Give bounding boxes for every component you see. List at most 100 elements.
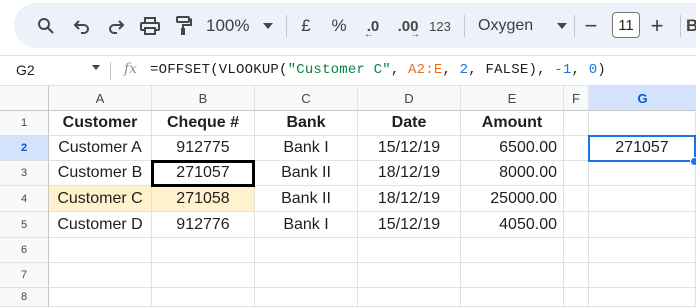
cell-e3[interactable]: 8000.00 <box>461 161 564 186</box>
font-select[interactable]: Oxygen <box>478 14 568 38</box>
cell-e4[interactable]: 25000.00 <box>461 186 564 212</box>
cell-c8[interactable] <box>255 288 358 307</box>
cell-g7[interactable] <box>589 263 696 288</box>
cell-d2[interactable]: 15/12/19 <box>358 136 461 161</box>
cell-a1[interactable]: Customer <box>49 111 152 136</box>
cell-g6[interactable] <box>589 238 696 263</box>
cell-c3[interactable]: Bank II <box>255 161 358 186</box>
cell-c1[interactable]: Bank <box>255 111 358 136</box>
name-box-dropdown-icon[interactable] <box>92 65 100 70</box>
cell-a3[interactable]: Customer B <box>49 161 152 186</box>
cell-a2[interactable]: Customer A <box>49 136 152 161</box>
formula-part: , <box>571 62 589 78</box>
cell-f8[interactable] <box>564 288 589 307</box>
bold-button[interactable]: B <box>686 14 696 38</box>
cell-e5[interactable]: 4050.00 <box>461 212 564 238</box>
cell-f6[interactable] <box>564 238 589 263</box>
currency-icon: £ <box>301 16 311 35</box>
row-header-6[interactable]: 6 <box>0 238 49 263</box>
cell-f3[interactable] <box>564 161 589 186</box>
column-header-c[interactable]: C <box>255 86 358 111</box>
cell-c2[interactable]: Bank I <box>255 136 358 161</box>
cell-a4[interactable]: Customer C <box>49 186 152 212</box>
row-header-1[interactable]: 1 <box>0 111 49 136</box>
row-header-8[interactable]: 8 <box>0 288 49 307</box>
cell-d3[interactable]: 18/12/19 <box>358 161 461 186</box>
cell-d6[interactable] <box>358 238 461 263</box>
cell-b2[interactable]: 912775 <box>152 136 255 161</box>
number-format-button[interactable]: 123 <box>426 14 454 38</box>
formula-divider <box>110 62 111 80</box>
cell-f1[interactable] <box>564 111 589 136</box>
cell-b7[interactable] <box>152 263 255 288</box>
column-header-f[interactable]: F <box>564 86 589 111</box>
cell-b6[interactable] <box>152 238 255 263</box>
fill-handle[interactable] <box>690 157 696 166</box>
row-header-2[interactable]: 2 <box>0 136 49 161</box>
undo-icon[interactable] <box>70 14 94 38</box>
cell-g5[interactable] <box>589 212 696 238</box>
cell-e2[interactable]: 6500.00 <box>461 136 564 161</box>
row-header-7[interactable]: 7 <box>0 263 49 288</box>
cell-a6[interactable] <box>49 238 152 263</box>
cell-e7[interactable] <box>461 263 564 288</box>
cell-g2[interactable]: 271057 <box>589 136 696 161</box>
cell-a7[interactable] <box>49 263 152 288</box>
formula-input[interactable]: =OFFSET(VLOOKUP("Customer C", A2:E, 2, F… <box>150 62 606 78</box>
cell-f4[interactable] <box>564 186 589 212</box>
cell-d7[interactable] <box>358 263 461 288</box>
cell-c7[interactable] <box>255 263 358 288</box>
toolbar-divider <box>464 15 465 37</box>
plus-icon: + <box>650 13 664 38</box>
currency-format-button[interactable]: £ <box>296 14 316 38</box>
formula-part: , FALSE), <box>468 62 555 78</box>
row-header-3[interactable]: 3 <box>0 161 49 186</box>
font-size-input[interactable]: 11 <box>612 12 640 38</box>
cell-d4[interactable]: 18/12/19 <box>358 186 461 212</box>
name-box[interactable]: G2 <box>16 62 35 78</box>
cell-g3[interactable] <box>589 161 696 186</box>
column-header-d[interactable]: D <box>358 86 461 111</box>
cell-g8[interactable] <box>589 288 696 307</box>
print-icon[interactable] <box>138 14 162 38</box>
cell-a5[interactable]: Customer D <box>49 212 152 238</box>
increase-font-size-button[interactable]: + <box>646 13 668 38</box>
cell-e1[interactable]: Amount <box>461 111 564 136</box>
select-all-corner[interactable] <box>0 86 49 111</box>
cell-f2[interactable] <box>564 136 589 161</box>
column-header-e[interactable]: E <box>461 86 564 111</box>
cell-b4[interactable]: 271058 <box>152 186 255 212</box>
cell-g1[interactable] <box>589 111 696 136</box>
cell-e6[interactable] <box>461 238 564 263</box>
increase-decimal-button[interactable]: .00 → <box>394 14 422 41</box>
column-header-b[interactable]: B <box>152 86 255 111</box>
cell-b8[interactable] <box>152 288 255 307</box>
cell-d1[interactable]: Date <box>358 111 461 136</box>
fx-icon: fx <box>124 61 138 77</box>
decrease-decimal-button[interactable]: .0 ← <box>360 14 386 41</box>
cell-f7[interactable] <box>564 263 589 288</box>
cell-b5[interactable]: 912776 <box>152 212 255 238</box>
decrease-font-size-button[interactable]: − <box>580 13 602 38</box>
row-header-5[interactable]: 5 <box>0 212 49 238</box>
cell-e8[interactable] <box>461 288 564 307</box>
column-header-g[interactable]: G <box>589 86 696 111</box>
cell-b1[interactable]: Cheque # <box>152 111 255 136</box>
paint-format-icon[interactable] <box>172 14 196 38</box>
cell-c6[interactable] <box>255 238 358 263</box>
cell-d8[interactable] <box>358 288 461 307</box>
zoom-select[interactable]: 100% <box>206 14 274 38</box>
cell-d5[interactable]: 15/12/19 <box>358 212 461 238</box>
cell-c4[interactable]: Bank II <box>255 186 358 212</box>
bold-icon: B <box>686 16 696 35</box>
search-menus-icon[interactable] <box>34 14 58 38</box>
redo-icon[interactable] <box>104 14 128 38</box>
cell-b3[interactable]: 271057 <box>152 161 255 186</box>
cell-c5[interactable]: Bank I <box>255 212 358 238</box>
cell-a8[interactable] <box>49 288 152 307</box>
cell-f5[interactable] <box>564 212 589 238</box>
percent-format-button[interactable]: % <box>328 14 350 38</box>
row-header-4[interactable]: 4 <box>0 186 49 212</box>
column-header-a[interactable]: A <box>49 86 152 111</box>
cell-g4[interactable] <box>589 186 696 212</box>
